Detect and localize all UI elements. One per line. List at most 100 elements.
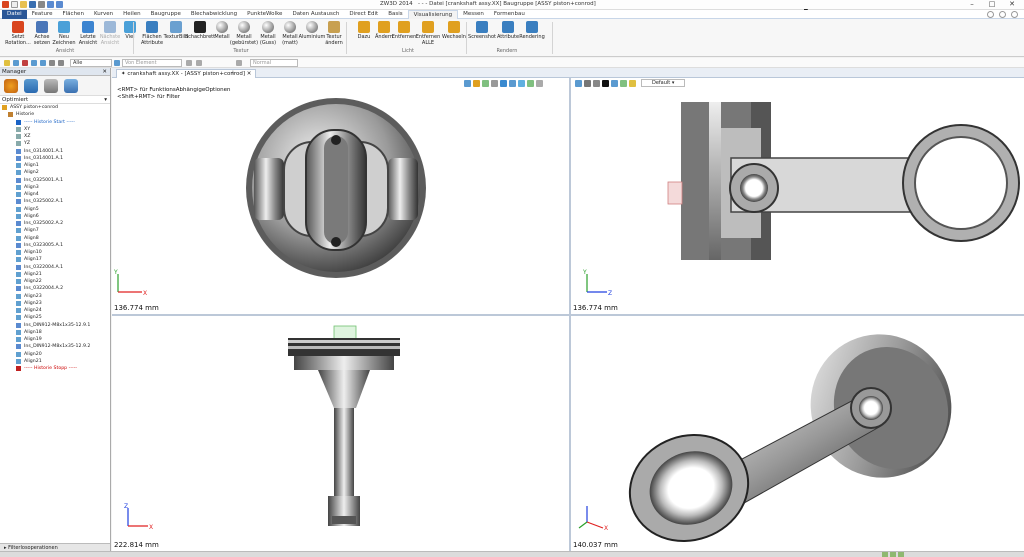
view-tab-icon[interactable]: [44, 78, 58, 93]
new-file-icon[interactable]: [11, 1, 18, 8]
tree-item[interactable]: Align25: [2, 314, 110, 321]
viewport-bottom-right[interactable]: X 140.037 mm: [570, 315, 1024, 552]
status-icon-1[interactable]: [882, 552, 888, 557]
rotation-center-button[interactable]: Setzt Rotation...: [5, 21, 31, 46]
close-panel-icon[interactable]: ✕: [102, 68, 107, 76]
help-icon[interactable]: [999, 11, 1006, 18]
tree-item[interactable]: Ins_0325002.A.1: [2, 198, 110, 205]
box-select-icon[interactable]: [31, 60, 37, 66]
menu-surfaces[interactable]: Flächen: [57, 10, 88, 19]
display-icon[interactable]: [236, 60, 242, 66]
face-attributes-button[interactable]: Flächen Attribute: [140, 21, 164, 46]
assembly-tab-icon[interactable]: [24, 78, 38, 93]
tree-item[interactable]: Align17: [2, 256, 110, 263]
new-tab-icon[interactable]: +: [230, 69, 236, 77]
print-icon[interactable]: [38, 1, 45, 8]
close-button[interactable]: ✕: [1002, 0, 1022, 9]
tree-item[interactable]: Ins_0322004.A.1: [2, 264, 110, 271]
menu-mold[interactable]: Formenbau: [489, 10, 530, 19]
tree-item[interactable]: Align20: [2, 351, 110, 358]
menu-file[interactable]: Datei: [2, 9, 27, 19]
tree-item[interactable]: Historie: [2, 111, 110, 118]
tree-item[interactable]: ----- Historie Stopp -----: [2, 365, 110, 372]
tree-item[interactable]: Align4: [2, 191, 110, 198]
checkerboard-button[interactable]: Schachbrett: [185, 21, 215, 40]
many-views-button[interactable]: Viel: [118, 21, 142, 40]
tree-item[interactable]: Align18: [2, 329, 110, 336]
tree-item[interactable]: Ins_0323005.A.1: [2, 242, 110, 249]
tree-item[interactable]: Align23: [2, 293, 110, 300]
tree-item[interactable]: YZ: [2, 140, 110, 147]
settings-icon[interactable]: [987, 11, 994, 18]
minimize-button[interactable]: –: [962, 0, 982, 9]
info-icon[interactable]: [1011, 11, 1018, 18]
tree-item[interactable]: Align10: [2, 249, 110, 256]
close-tab-icon[interactable]: ✕: [247, 71, 252, 77]
switch-light-button[interactable]: Wechseln: [442, 21, 466, 40]
display-mode-select[interactable]: Normal: [250, 59, 298, 67]
tree-item[interactable]: Align22: [2, 278, 110, 285]
screenshot-button[interactable]: Screenshot: [468, 21, 496, 40]
app-logo-icon[interactable]: [2, 1, 9, 8]
menu-basis[interactable]: Basis: [383, 10, 407, 19]
grid-icon[interactable]: [196, 60, 202, 66]
open-file-icon[interactable]: [20, 1, 27, 8]
edge-select-icon[interactable]: [49, 60, 55, 66]
tree-item[interactable]: Align24: [2, 307, 110, 314]
menu-feature[interactable]: Feature: [27, 10, 58, 19]
tree-item[interactable]: Ins_DIN912-M8x1x35-12.9.1: [2, 322, 110, 329]
tree-item[interactable]: ASSY piston+conrod: [2, 104, 110, 111]
aluminium-sphere-button[interactable]: Aluminium: [299, 21, 325, 40]
maximize-button[interactable]: □: [982, 0, 1002, 9]
tree-item[interactable]: Align5: [2, 206, 110, 213]
viewport-splitter-horizontal[interactable]: [112, 314, 1024, 316]
render-attributes-button[interactable]: Attribute: [496, 21, 520, 40]
viewport-bottom-left[interactable]: Z X 222.814 mm: [112, 316, 569, 551]
menu-heal[interactable]: Heilen: [118, 10, 145, 19]
element-select[interactable]: Von Element: [122, 59, 182, 67]
menu-data-exchange[interactable]: Daten Austausch: [287, 10, 344, 19]
tree-item[interactable]: Align2: [2, 169, 110, 176]
change-texture-button[interactable]: Textur ändern: [322, 21, 346, 46]
menu-measure[interactable]: Messen: [458, 10, 489, 19]
remove-all-lights-button[interactable]: Entfernen ALLE: [416, 21, 440, 46]
remove-light-button[interactable]: Entfernen: [392, 21, 416, 40]
tree-item[interactable]: Align6: [2, 213, 110, 220]
tree-item[interactable]: Ins_0322004.A.2: [2, 285, 110, 292]
axis-button[interactable]: Achse setzen: [30, 21, 54, 46]
status-icon-3[interactable]: [898, 552, 904, 557]
tree-item[interactable]: Align21: [2, 271, 110, 278]
tree-item[interactable]: Align3: [2, 184, 110, 191]
filter-select[interactable]: Alle: [70, 59, 112, 67]
tree-item[interactable]: ----- Historie Start -----: [2, 119, 110, 126]
pick-icon[interactable]: [114, 60, 120, 66]
undo-icon[interactable]: [47, 1, 54, 8]
viewport-top-left[interactable]: <RMT> für FunktionsAbhängigeOptionen <Sh…: [112, 78, 569, 314]
menu-direct-edit[interactable]: Direct Edit: [344, 10, 383, 19]
snap-icon[interactable]: [186, 60, 192, 66]
menu-curves[interactable]: Kurven: [89, 10, 118, 19]
menu-sheetmetal[interactable]: Blechabwicklung: [186, 10, 242, 19]
filter-bar[interactable]: ▸ Filterlosoperationen: [0, 543, 110, 551]
tree-item[interactable]: XZ: [2, 133, 110, 140]
history-tab-icon[interactable]: [4, 78, 18, 93]
save-icon[interactable]: [29, 1, 36, 8]
tree-item[interactable]: Ins_0314001.A.1: [2, 148, 110, 155]
menu-assembly[interactable]: Baugruppe: [146, 10, 186, 19]
select-arrow-icon[interactable]: [13, 60, 19, 66]
tree-item[interactable]: Ins_0325001.A.1: [2, 177, 110, 184]
brushed-metal-sphere-button[interactable]: Metall (gebürstet): [230, 21, 258, 46]
render-tab-icon[interactable]: [64, 78, 78, 93]
tree-item[interactable]: Align23: [2, 300, 110, 307]
pick-filter-icon[interactable]: [4, 60, 10, 66]
tree-item[interactable]: Ins_0314001.A.1: [2, 155, 110, 162]
manager-mode-select[interactable]: Optimiert ▾: [0, 96, 110, 104]
rendering-button[interactable]: Rendering: [519, 21, 545, 40]
tree-item[interactable]: Align8: [2, 235, 110, 242]
tree-item[interactable]: Ins_DIN912-M8x1x35-12.9.2: [2, 343, 110, 350]
redo-icon[interactable]: [56, 1, 63, 8]
tree-item[interactable]: Ins_0325002.A.2: [2, 220, 110, 227]
face-select-icon[interactable]: [58, 60, 64, 66]
tree-item[interactable]: Align1: [2, 162, 110, 169]
cast-metal-sphere-button[interactable]: Metall (Guss): [256, 21, 280, 46]
